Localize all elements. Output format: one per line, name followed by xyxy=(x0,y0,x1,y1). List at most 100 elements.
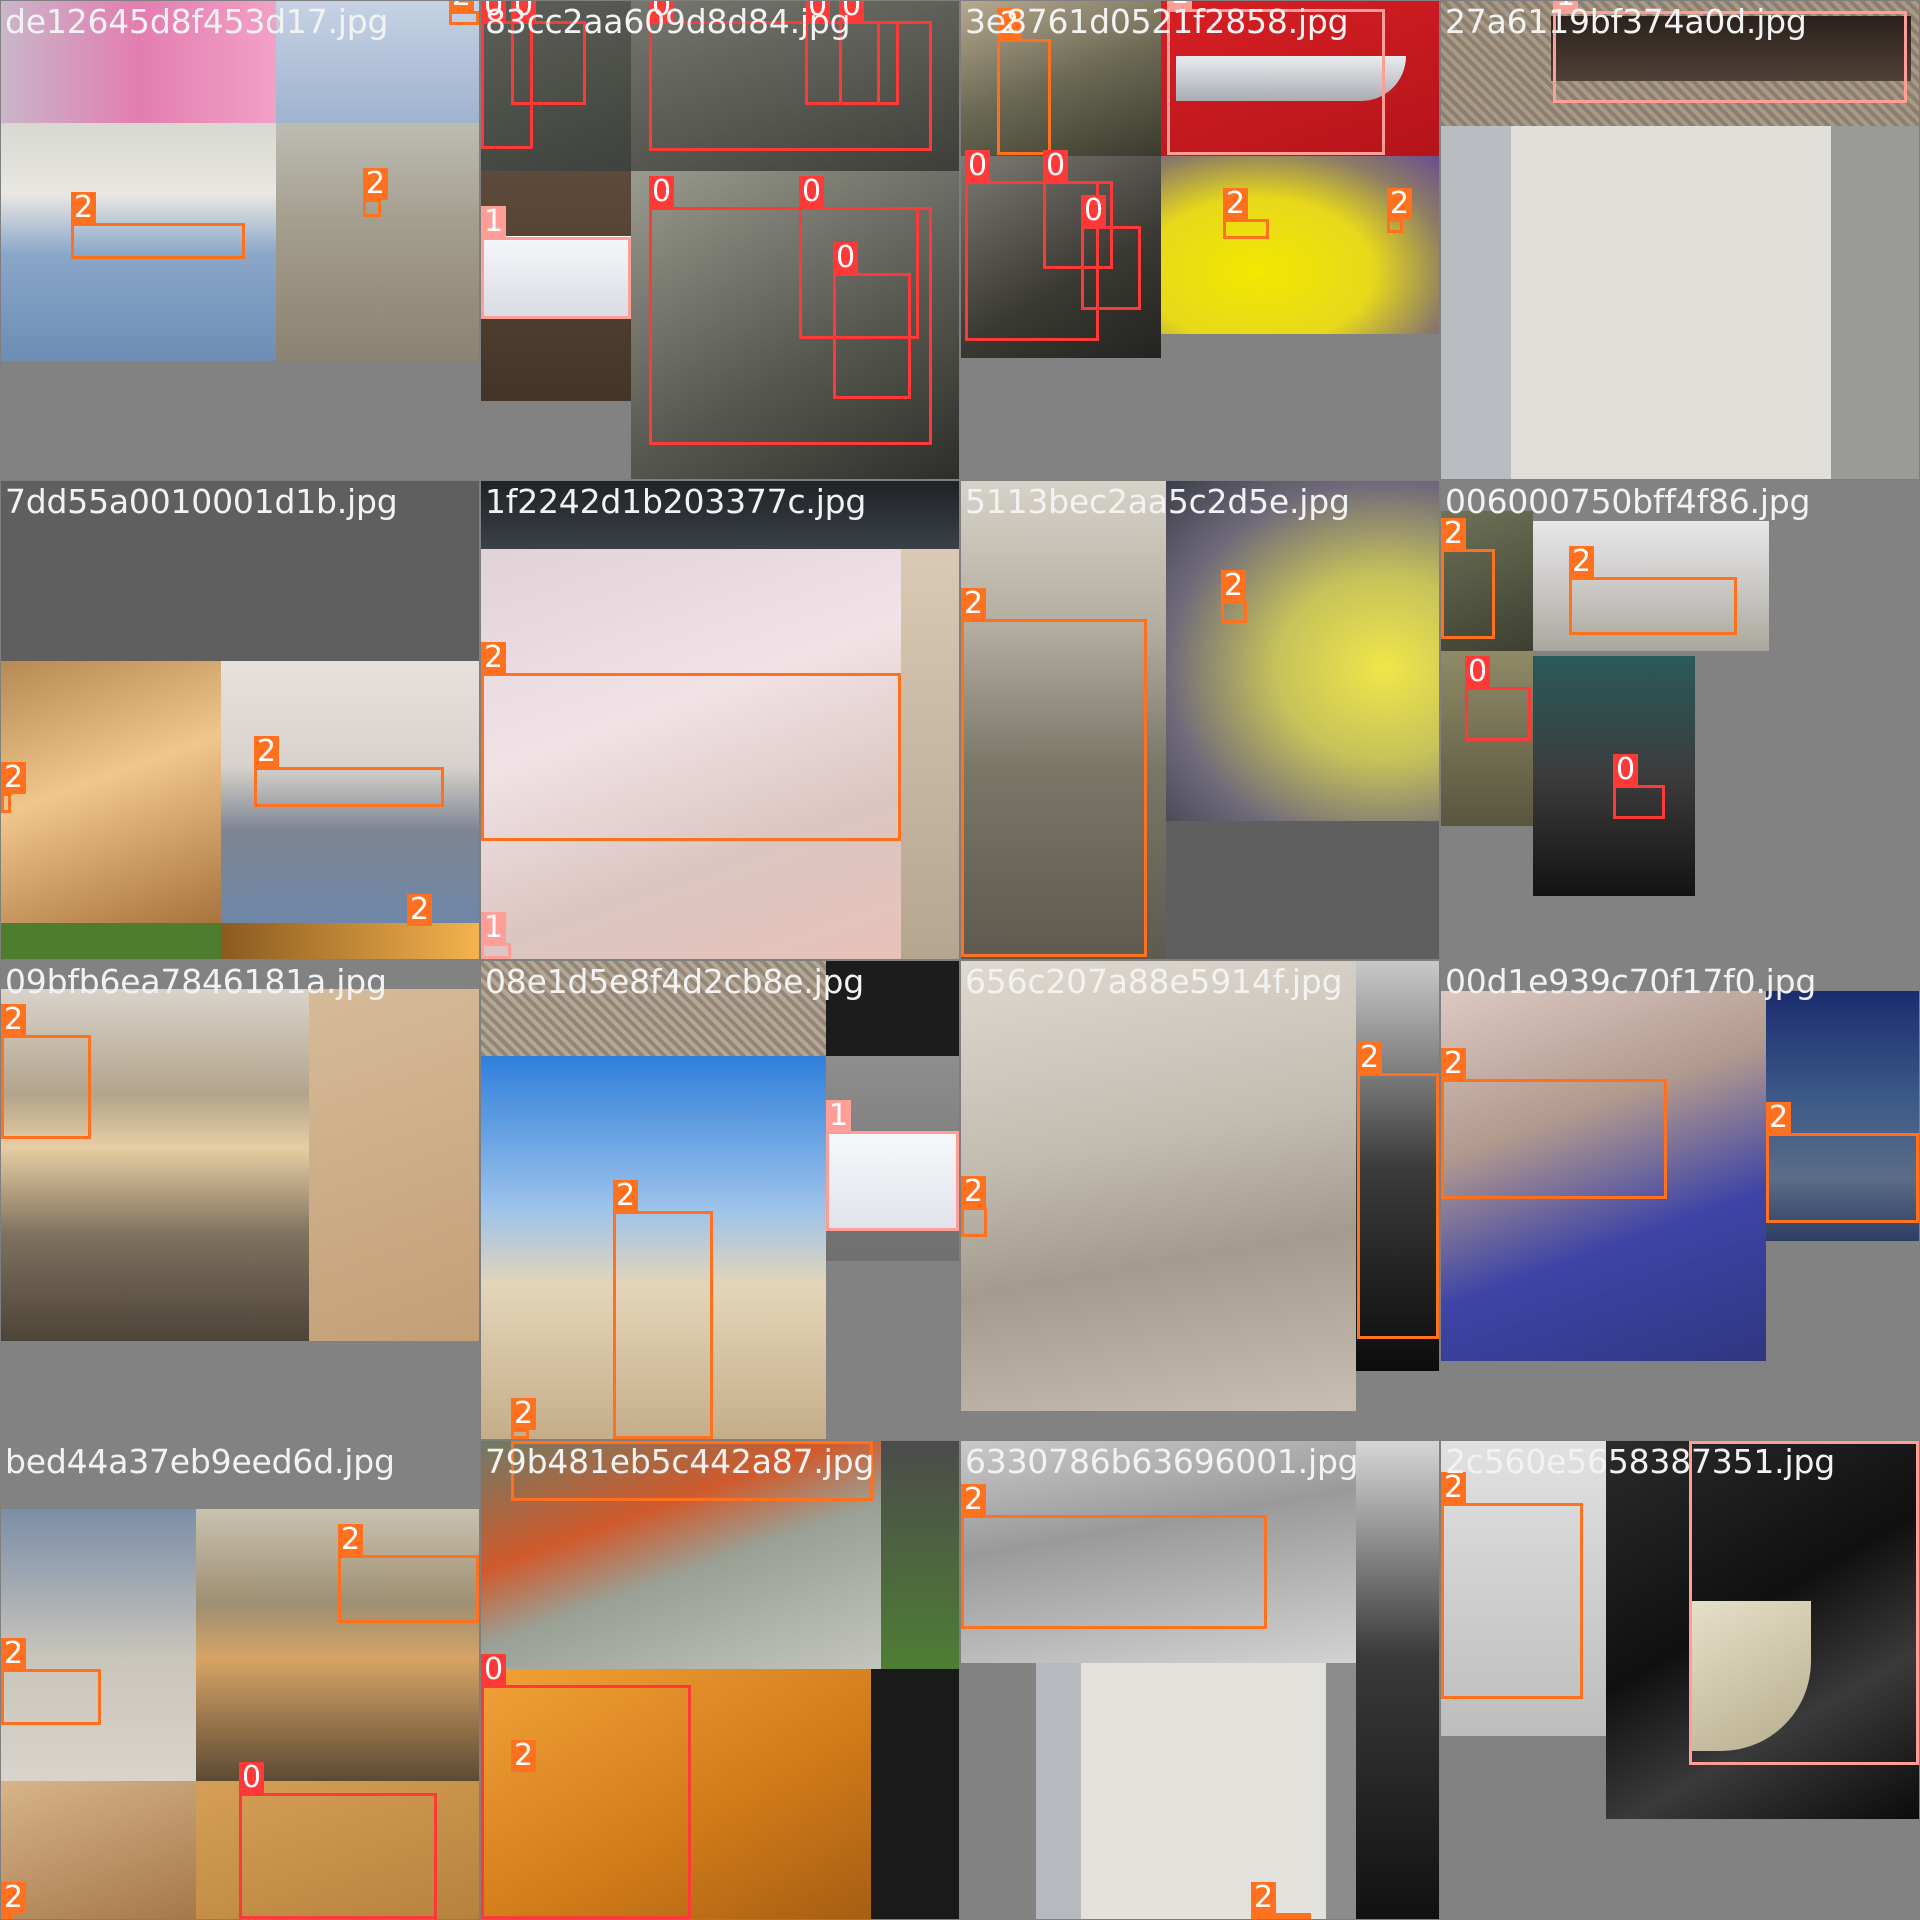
bbox: 0 xyxy=(1613,754,1665,819)
mosaic-tile: 09bfb6ea7846181a.jpg 2 xyxy=(1,961,479,1439)
bbox: 2 xyxy=(997,8,1051,155)
mosaic-tile: 006000750bff4f86.jpg 2 2 0 0 xyxy=(1441,481,1919,959)
photo-patch xyxy=(1356,1441,1439,1919)
mosaic-tile: 08e1d5e8f4d2cb8e.jpg 2 2 1 xyxy=(481,961,959,1439)
bbox: 2 xyxy=(481,642,901,841)
class-label: 2 xyxy=(449,1,475,12)
bbox: 0 xyxy=(1081,195,1141,310)
bbox: 2 xyxy=(1,1882,27,1919)
bbox: 2 xyxy=(71,192,245,259)
mosaic-tile: 6330786b63696001.jpg 2 2 xyxy=(961,1441,1439,1919)
class-label: 2 xyxy=(511,1398,537,1430)
mosaic-tile: 00d1e939c70f17f0.jpg 2 2 xyxy=(1441,961,1919,1439)
image-filename: 1f2242d1b203377c.jpg xyxy=(485,482,867,521)
class-label: 0 xyxy=(965,150,991,182)
class-label: 2 xyxy=(254,736,280,768)
image-filename: 2c560e5658387351.jpg xyxy=(1445,1442,1835,1481)
photo-patch xyxy=(1161,156,1439,334)
bbox: 2 xyxy=(613,1180,713,1439)
photo-patch xyxy=(901,549,959,959)
image-filename: 00d1e939c70f17f0.jpg xyxy=(1445,962,1817,1001)
class-label: 2 xyxy=(1357,1042,1383,1074)
bbox: 0 xyxy=(1465,656,1531,741)
bbox: 2 xyxy=(1357,1042,1439,1339)
photo-patch xyxy=(881,1441,959,1669)
class-label: 2 xyxy=(1441,1048,1467,1080)
bbox: 0 xyxy=(833,242,911,399)
class-label: 2 xyxy=(338,1524,364,1556)
mosaic-tile: 2c560e5658387351.jpg 2 1 xyxy=(1441,1441,1919,1919)
class-label: 0 xyxy=(833,242,859,274)
class-label: 2 xyxy=(1766,1102,1792,1134)
photo-patch xyxy=(1,661,221,923)
bbox: 2 xyxy=(1,762,27,813)
image-filename: 3e8761d0521f2858.jpg xyxy=(965,2,1349,41)
bbox: 0 xyxy=(239,1762,437,1919)
class-label: 2 xyxy=(1,1638,27,1670)
mosaic-tile: 83cc2aa609d8d84.jpg 0 0 0 0 0 1 0 0 0 xyxy=(481,1,959,479)
photo-patch xyxy=(1,1509,196,1781)
bbox: 2 xyxy=(1569,546,1737,635)
bbox: 2 xyxy=(961,1484,1267,1629)
class-label: 2 xyxy=(1223,188,1249,220)
image-filename: de12645d8f453d17.jpg xyxy=(5,2,389,41)
photo-patch xyxy=(221,923,479,959)
bbox: 2 xyxy=(961,1176,987,1237)
class-label: 2 xyxy=(613,1180,639,1212)
class-label: 0 xyxy=(1043,150,1069,182)
bbox: 1 xyxy=(1689,1441,1919,1765)
class-label: 2 xyxy=(1221,570,1247,602)
class-label: 2 xyxy=(1251,1882,1277,1914)
photo-patch xyxy=(961,961,1356,1411)
bbox: 2 xyxy=(338,1524,479,1623)
class-label: 2 xyxy=(961,1176,987,1208)
mosaic-tile: 79b481eb5c442a87.jpg 2 0 xyxy=(481,1441,959,1919)
class-label: 0 xyxy=(1465,656,1491,688)
bbox: 2 xyxy=(1,1638,101,1725)
class-label: 2 xyxy=(961,588,987,620)
image-filename: 656c207a88e5914f.jpg xyxy=(965,962,1343,1001)
photo-patch xyxy=(1441,126,1919,479)
class-label: 2 xyxy=(1,1882,27,1914)
image-filename: 27a6119bf374a0d.jpg xyxy=(1445,2,1807,41)
bbox: 2 xyxy=(1441,1048,1667,1199)
bbox: 2 xyxy=(511,1398,537,1439)
class-label: 1 xyxy=(481,912,507,944)
bbox: 2 xyxy=(1251,1882,1311,1919)
bbox: 2 xyxy=(1,1004,91,1139)
class-label: 2 xyxy=(71,192,97,224)
image-filename: 006000750bff4f86.jpg xyxy=(1445,482,1811,521)
bbox: 2 xyxy=(1223,188,1269,239)
bbox: 1 xyxy=(826,1100,959,1231)
class-label: 2 xyxy=(1,762,27,794)
photo-patch xyxy=(1166,821,1439,959)
mosaic-tile: 656c207a88e5914f.jpg 2 2 xyxy=(961,961,1439,1439)
image-filename: 83cc2aa609d8d84.jpg xyxy=(485,2,851,41)
bbox: 2 xyxy=(254,736,444,807)
bbox: 1 xyxy=(481,206,631,319)
mosaic-grid: de12645d8f453d17.jpg 2 2 2 83cc2aa609d8d… xyxy=(0,0,1920,1920)
bbox: 2 xyxy=(1441,1472,1583,1699)
bbox: 1 xyxy=(481,912,511,959)
mosaic-tile: 1f2242d1b203377c.jpg 2 1 xyxy=(481,481,959,959)
mosaic-tile: de12645d8f453d17.jpg 2 2 2 xyxy=(1,1,479,479)
bbox: 2 xyxy=(449,1,479,25)
bbox: 2 xyxy=(961,588,1147,957)
photo-patch xyxy=(1036,1663,1356,1919)
bbox: 2 xyxy=(363,168,389,217)
image-filename: 7dd55a0010001d1b.jpg xyxy=(5,482,398,521)
class-label: 0 xyxy=(481,1654,507,1686)
class-label: 2 xyxy=(1,1004,27,1036)
class-label: 2 xyxy=(1569,546,1595,578)
bbox: 0 xyxy=(481,1654,691,1919)
photo-patch xyxy=(871,1669,959,1919)
class-label: 2 xyxy=(961,1484,987,1516)
image-filename: 79b481eb5c442a87.jpg xyxy=(485,1442,875,1481)
photo-patch xyxy=(1,923,221,959)
class-label: 2 xyxy=(1387,188,1413,220)
bbox: 2 xyxy=(1766,1102,1919,1223)
mosaic-tile: 27a6119bf374a0d.jpg 1 xyxy=(1441,1,1919,479)
bbox: 2 xyxy=(1441,518,1495,639)
class-label: 0 xyxy=(799,176,825,208)
class-label: 2 xyxy=(481,642,507,674)
